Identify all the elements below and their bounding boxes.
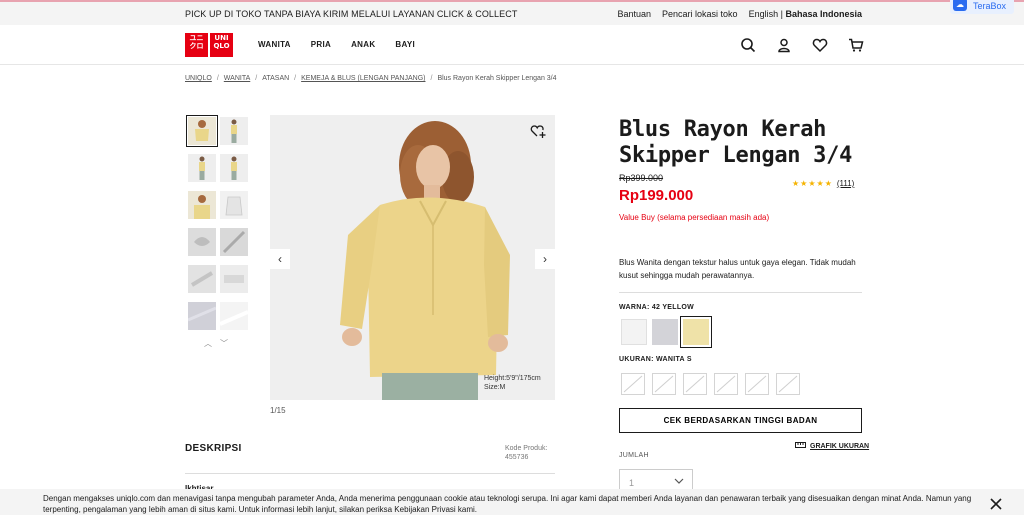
utility-links: Bantuan Pencari lokasi toko English | Ba… xyxy=(617,9,862,19)
main-nav: WANITA PRIA ANAK BAYI xyxy=(258,40,415,49)
size-option-xxl[interactable] xyxy=(776,373,800,395)
language-switcher: English | Bahasa Indonesia xyxy=(749,9,862,19)
breadcrumb-current: Blus Rayon Kerah Skipper Lengan 3/4 xyxy=(437,75,557,82)
logo-latin: UNI QLO xyxy=(210,33,233,57)
breadcrumb-separator: / xyxy=(255,75,258,82)
account-icon[interactable] xyxy=(776,37,792,53)
size-chart-label: GRAFIK UKURAN xyxy=(810,442,870,450)
quantity-value: 1 xyxy=(629,478,635,488)
color-swatch-white[interactable] xyxy=(621,319,647,345)
breadcrumb-separator: / xyxy=(216,75,219,82)
product-title: Blus Rayon Kerah Skipper Lengan 3/4 xyxy=(619,117,853,168)
cloud-upload-icon: ☁ xyxy=(953,0,967,11)
utility-bar: PICK UP DI TOKO TANPA BIAYA KIRIM MELALU… xyxy=(0,0,1024,25)
thumbnail-scroll: ︿ ﹀ xyxy=(204,338,228,349)
nav-item-pria[interactable]: PRIA xyxy=(311,40,331,49)
size-chart-link[interactable]: GRAFIK UKURAN xyxy=(795,442,869,450)
header-icons xyxy=(740,37,864,53)
product-code-value: 455736 xyxy=(505,454,529,461)
product-summary: Blus Wanita dengan tekstur halus untuk g… xyxy=(619,258,856,280)
divider xyxy=(619,292,862,293)
color-label: WARNA: 42 YELLOW xyxy=(619,304,695,311)
color-swatch-gray[interactable] xyxy=(652,319,678,345)
nav-item-bayi[interactable]: BAYI xyxy=(395,40,415,49)
ruler-icon xyxy=(795,442,806,450)
divider xyxy=(185,473,555,474)
size-option-s[interactable] xyxy=(652,373,676,395)
close-icon[interactable] xyxy=(990,497,1002,510)
terabox-label: TeraBox xyxy=(973,1,1007,11)
quantity-label: JUMLAH xyxy=(619,452,649,459)
thumbnail-2[interactable] xyxy=(220,117,248,145)
chevron-left-icon[interactable]: ‹ xyxy=(270,249,290,269)
breadcrumb-kemeja-blus[interactable]: KEMEJA & BLUS (LENGAN PANJANG) xyxy=(301,75,425,82)
thumbnail-3[interactable] xyxy=(188,154,216,182)
thumbnail-5[interactable] xyxy=(188,191,216,219)
model-caption: Height:5'9"/175cm Size:M xyxy=(484,374,541,392)
size-option-l[interactable] xyxy=(714,373,738,395)
rating-stars: ★★★★★ xyxy=(792,179,833,188)
breadcrumb: UNIQLO / WANITA / ATASAN / KEMEJA & BLUS… xyxy=(185,75,557,82)
cookie-text: Dengan mengakses uniqlo.com dan menaviga… xyxy=(43,494,972,514)
cookie-banner: Dengan mengakses uniqlo.com dan menaviga… xyxy=(0,489,1024,515)
add-to-wishlist-icon[interactable] xyxy=(530,123,546,139)
review-count-link[interactable]: (111) xyxy=(837,179,855,188)
thumbnail-6[interactable] xyxy=(220,191,248,219)
size-option-m[interactable] xyxy=(683,373,707,395)
breadcrumb-separator: / xyxy=(430,75,433,82)
thumbnail-1[interactable] xyxy=(186,115,218,147)
original-price: Rp399.000 xyxy=(619,173,664,183)
value-buy-note: Value Buy (selama persediaan masih ada) xyxy=(619,213,770,222)
chevron-up-icon[interactable]: ︿ xyxy=(204,338,212,349)
product-photo xyxy=(270,115,555,400)
lang-id-link[interactable]: Bahasa Indonesia xyxy=(785,9,862,19)
product-code: Kode Produk: 455736 xyxy=(505,444,547,462)
chevron-down-icon[interactable]: ﹀ xyxy=(220,338,228,349)
help-link[interactable]: Bantuan xyxy=(617,9,651,19)
breadcrumb-wanita[interactable]: WANITA xyxy=(224,75,250,82)
terabox-extension-button[interactable]: ☁ TeraBox xyxy=(950,0,1014,14)
size-option-xs[interactable] xyxy=(621,373,645,395)
product-code-label: Kode Produk: xyxy=(505,445,548,452)
thumbnail-12[interactable] xyxy=(219,302,249,330)
thumbnail-9[interactable] xyxy=(188,265,216,293)
search-icon[interactable] xyxy=(740,37,756,53)
thumbnail-7[interactable] xyxy=(188,228,216,256)
wishlist-icon[interactable] xyxy=(812,37,828,53)
thumbnail-11[interactable] xyxy=(187,302,217,330)
sale-price: Rp199.000 xyxy=(619,187,694,204)
site-header: ユニ クロ UNI QLO WANITA PRIA ANAK BAYI xyxy=(0,25,1024,65)
nav-item-anak[interactable]: ANAK xyxy=(351,40,375,49)
lang-separator: | xyxy=(780,9,783,19)
breadcrumb-atasan: ATASAN xyxy=(262,75,290,82)
promo-text: PICK UP DI TOKO TANPA BIAYA KIRIM MELALU… xyxy=(185,9,518,19)
image-counter: 1/15 xyxy=(270,406,286,415)
lang-en-link[interactable]: English xyxy=(749,9,779,19)
logo-katakana: ユニ クロ xyxy=(185,33,208,57)
chevron-right-icon[interactable]: › xyxy=(535,249,555,269)
size-label: UKURAN: WANITA S xyxy=(619,356,692,363)
main-product-image[interactable]: ‹ › Height:5'9"/175cm Size:M xyxy=(270,115,555,400)
breadcrumb-separator: / xyxy=(294,75,297,82)
breadcrumb-uniqlo[interactable]: UNIQLO xyxy=(185,75,212,82)
store-locator-link[interactable]: Pencari lokasi toko xyxy=(662,9,738,19)
chevron-down-icon xyxy=(674,476,684,486)
uniqlo-logo[interactable]: ユニ クロ UNI QLO xyxy=(185,33,233,57)
nav-item-wanita[interactable]: WANITA xyxy=(258,40,291,49)
rating: ★★★★★ (111) xyxy=(792,179,854,188)
thumbnail-8[interactable] xyxy=(220,228,248,256)
check-by-height-button[interactable]: CEK BERDASARKAN TINGGI BADAN xyxy=(619,408,862,433)
thumbnail-10[interactable] xyxy=(220,265,248,293)
model-height: Height:5'9"/175cm xyxy=(484,375,541,382)
size-option-xl[interactable] xyxy=(745,373,769,395)
model-size: Size:M xyxy=(484,384,506,391)
cart-icon[interactable] xyxy=(848,37,864,53)
color-swatch-yellow[interactable] xyxy=(680,316,712,348)
thumbnail-4[interactable] xyxy=(220,154,248,182)
description-heading: DESKRIPSI xyxy=(185,443,242,454)
